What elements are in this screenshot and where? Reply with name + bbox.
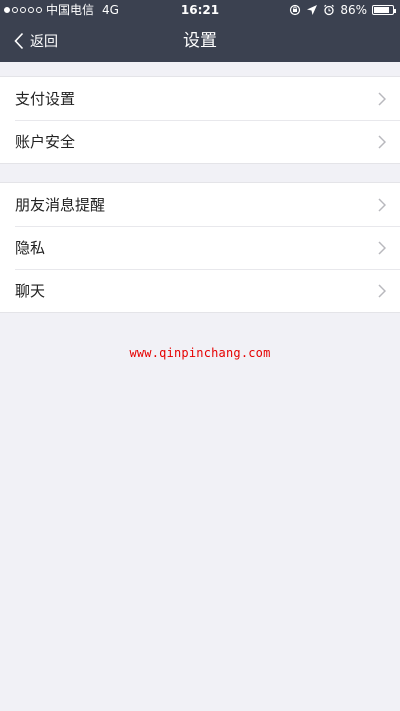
settings-group-social: 朋友消息提醒 隐私 聊天 (0, 182, 400, 313)
settings-item-label: 朋友消息提醒 (15, 196, 106, 214)
settings-item-friend-notifications[interactable]: 朋友消息提醒 (0, 183, 400, 226)
settings-item-label: 支付设置 (15, 90, 76, 108)
settings-item-label: 隐私 (15, 239, 46, 257)
location-arrow-icon (307, 5, 318, 15)
chevron-right-icon (378, 284, 386, 298)
back-label: 返回 (30, 34, 58, 50)
page-title: 设置 (183, 31, 217, 51)
rotation-lock-icon (290, 4, 301, 16)
navigation-bar: 设置 返回 (0, 20, 400, 62)
chevron-left-icon (14, 32, 24, 50)
settings-item-label: 账户安全 (15, 133, 76, 151)
back-button[interactable]: 返回 (14, 20, 58, 62)
status-bar: 中国电信 4G 16:21 86% (0, 0, 400, 20)
settings-item-account-security[interactable]: 账户安全 (0, 120, 400, 163)
settings-item-payment[interactable]: 支付设置 (0, 77, 400, 120)
alarm-clock-icon (324, 4, 335, 16)
watermark-text: www.qinpinchang.com (129, 346, 271, 360)
chevron-right-icon (378, 135, 386, 149)
status-right: 86% (289, 0, 396, 20)
chevron-right-icon (378, 241, 386, 255)
settings-item-privacy[interactable]: 隐私 (0, 226, 400, 269)
chevron-right-icon (378, 92, 386, 106)
chevron-right-icon (378, 198, 386, 212)
battery-percent: 86% (340, 3, 367, 17)
battery-icon (372, 5, 396, 15)
settings-group-payment: 支付设置 账户安全 (0, 76, 400, 164)
settings-item-chat[interactable]: 聊天 (0, 269, 400, 312)
settings-item-label: 聊天 (15, 282, 46, 300)
